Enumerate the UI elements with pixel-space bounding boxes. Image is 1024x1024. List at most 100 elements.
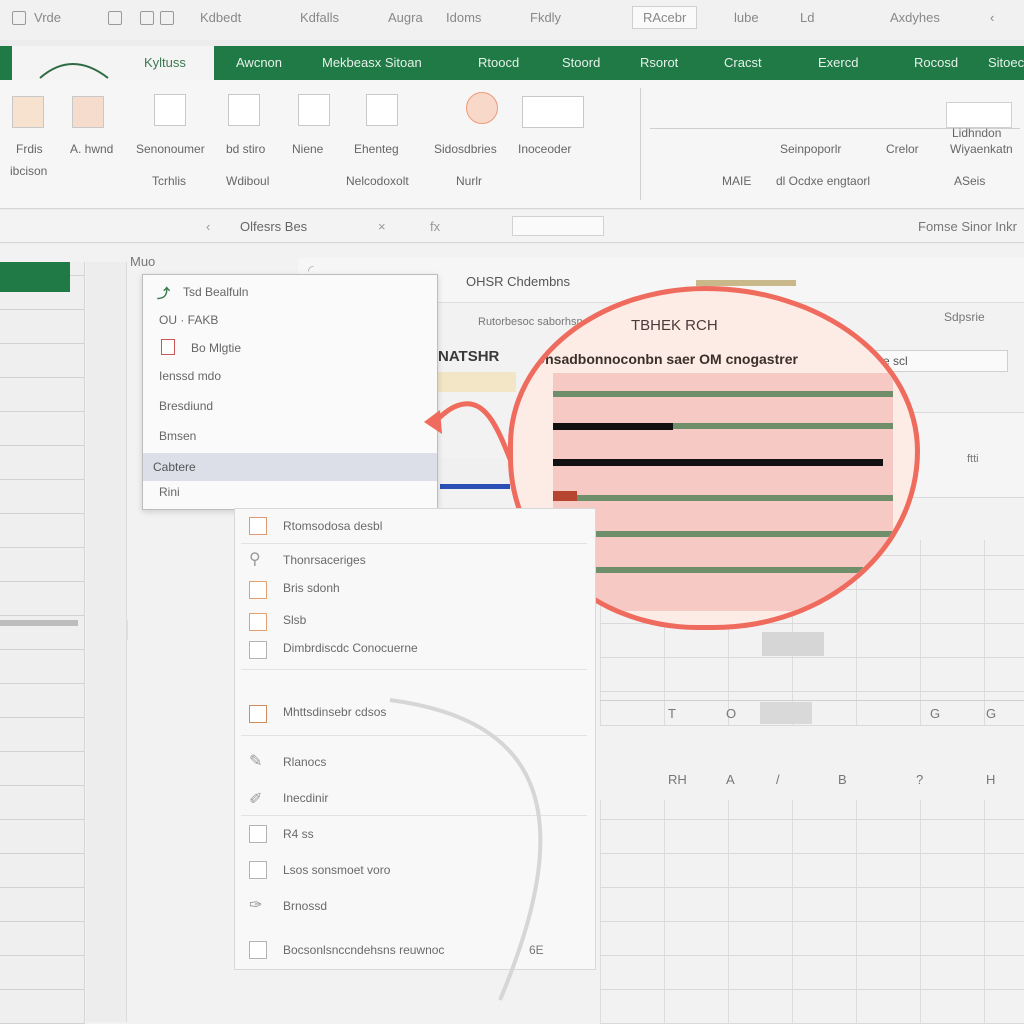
menu-item[interactable]: Bresdiund — [159, 399, 213, 413]
panel-item[interactable]: Bris sdonh — [283, 581, 340, 595]
tab-item[interactable]: Stoord — [562, 55, 600, 70]
redo-icon[interactable] — [160, 11, 174, 25]
format-icon[interactable] — [522, 96, 584, 128]
cancel-icon[interactable]: × — [378, 219, 386, 234]
ribbon-label: Niene — [292, 142, 324, 156]
titlebar-item[interactable]: Kdbedt — [200, 10, 241, 25]
dropdown-menu: ⤴ Tsd Bealfuln OU · FAKB Bo Mlgtie Ienss… — [142, 274, 438, 510]
file-tab[interactable] — [0, 46, 12, 80]
tab-item[interactable]: Mekbeasx Sitoan — [322, 55, 422, 70]
column-header[interactable]: G — [930, 706, 940, 721]
tab-item[interactable]: Sitoec — [988, 55, 1024, 70]
eraser-icon: ✑ — [249, 897, 263, 914]
cell-grid-lower[interactable] — [600, 800, 1024, 1024]
ribbon-right-label: Lidhndon — [952, 126, 1002, 140]
column-header[interactable]: B — [838, 772, 847, 787]
callout-title: TBHEK RCH — [631, 317, 718, 334]
sheet-corner[interactable] — [0, 262, 70, 292]
tab-item[interactable]: Cracst — [724, 55, 762, 70]
menu-item-selected[interactable]: Cabtere — [143, 453, 437, 481]
callout-row-line — [583, 567, 863, 573]
ribbon-label: A. hwnd — [70, 142, 114, 156]
column-header[interactable]: ? — [916, 772, 923, 787]
callout-row-dark — [553, 459, 883, 466]
ribbon-separator — [640, 88, 641, 200]
fx-icon[interactable]: fx — [430, 219, 440, 234]
name-cell[interactable]: Muo — [130, 254, 155, 269]
title-bar: Vrde Kdbedt Kdfalls Augra Idoms Fkdly RA… — [0, 0, 1024, 40]
tab-label: Kyltuss — [144, 55, 186, 70]
column-header[interactable]: A — [726, 772, 735, 787]
callout-red-mark — [553, 491, 577, 501]
tab-item[interactable]: Awcnon — [236, 55, 282, 70]
column-header[interactable]: H — [986, 772, 995, 787]
column-header[interactable]: O — [726, 706, 736, 721]
ribbon: Frdis A. hwnd Senonoumer bd stiro Niene … — [0, 80, 1024, 209]
panel-item[interactable]: Dimbrdiscdc Conocuerne — [283, 641, 418, 655]
menu-item[interactable]: OU · FAKB — [159, 313, 218, 327]
tab-item[interactable]: Rsorot — [640, 55, 678, 70]
tab-item[interactable]: Rtoocd — [478, 55, 519, 70]
menu-item[interactable]: Bmsen — [159, 429, 196, 443]
column-header[interactable]: RH — [668, 772, 687, 787]
panel-item[interactable]: R4 ss — [283, 827, 314, 841]
ribbon-label: Ehenteg — [354, 142, 399, 156]
column-header[interactable]: G — [986, 706, 996, 721]
ribbon-label: Sidosdbries — [434, 142, 497, 156]
ribbon-label: Inoceoder — [518, 142, 572, 156]
titlebar-item[interactable]: Ld — [800, 10, 814, 25]
menu-item-icon — [161, 339, 175, 355]
titlebar-item[interactable]: lube — [734, 10, 759, 25]
panel-item[interactable]: Slsb — [283, 613, 306, 627]
titlebar-item[interactable]: Augra — [388, 10, 423, 25]
panel-item[interactable]: Inecdinir — [283, 791, 328, 805]
second-column-strip — [86, 262, 127, 1022]
formula-input[interactable] — [512, 216, 604, 236]
panel-item-icon — [249, 825, 267, 843]
table-icon[interactable] — [154, 94, 186, 126]
titlebar-item[interactable]: Vrde — [34, 10, 61, 25]
titlebar-item[interactable]: Kdfalls — [300, 10, 339, 25]
name-box[interactable]: Olfesrs Bes — [240, 219, 307, 234]
selected-cell[interactable] — [762, 632, 824, 656]
insert-icon[interactable] — [366, 94, 398, 126]
menu-header: Tsd Bealfuln — [183, 285, 249, 299]
callout-row-dark — [553, 423, 673, 430]
column-header[interactable]: T — [668, 706, 676, 721]
grid-icon[interactable] — [228, 94, 260, 126]
column-header-selected[interactable] — [760, 702, 812, 724]
panel-item[interactable]: Thonrsaceriges — [283, 553, 366, 567]
panel-item[interactable]: Brnossd — [283, 899, 327, 913]
brush-icon: ✐ — [249, 791, 263, 808]
menu-item[interactable]: Bo Mlgtie — [191, 341, 241, 355]
paste-icon[interactable] — [12, 96, 44, 128]
column-header[interactable]: / — [776, 772, 780, 787]
panel-item-icon — [249, 641, 267, 659]
panel-item-icon — [249, 581, 267, 599]
panel-item[interactable]: Rlanocs — [283, 755, 326, 769]
close-icon[interactable]: ‹ — [990, 10, 994, 25]
tab-active[interactable]: Kyltuss — [12, 46, 214, 80]
menu-item[interactable]: Ienssd mdo — [159, 369, 221, 383]
highlight-icon[interactable] — [466, 92, 498, 124]
titlebar-item[interactable]: Fkdly — [530, 10, 561, 25]
menu-item[interactable]: Rini — [159, 485, 180, 499]
titlebar-item[interactable]: Idoms — [446, 10, 481, 25]
chevron-left-icon[interactable]: ‹ — [206, 219, 210, 234]
tab-item[interactable]: Rocosd — [914, 55, 958, 70]
panel-item-icon — [249, 705, 267, 723]
save-icon[interactable] — [108, 11, 122, 25]
undo-icon[interactable] — [140, 11, 154, 25]
callout-row-line — [673, 423, 893, 429]
search-box[interactable]: RAcebr — [632, 6, 698, 29]
panel-item[interactable]: Lsos sonsmoet voro — [283, 863, 390, 877]
format-painter-icon[interactable] — [72, 96, 104, 128]
titlebar-item[interactable]: Axdyhes — [890, 10, 940, 25]
ribbon-dropdown[interactable] — [946, 102, 1012, 128]
ribbon-label: Wiyaenkatn — [950, 142, 1013, 156]
chart-icon[interactable] — [298, 94, 330, 126]
tab-item[interactable]: Exercd — [818, 55, 858, 70]
panel-item-icon — [249, 613, 267, 631]
row-headers — [0, 262, 85, 1024]
panel-item[interactable]: Mhttsdinsebr cdsos — [283, 705, 386, 719]
